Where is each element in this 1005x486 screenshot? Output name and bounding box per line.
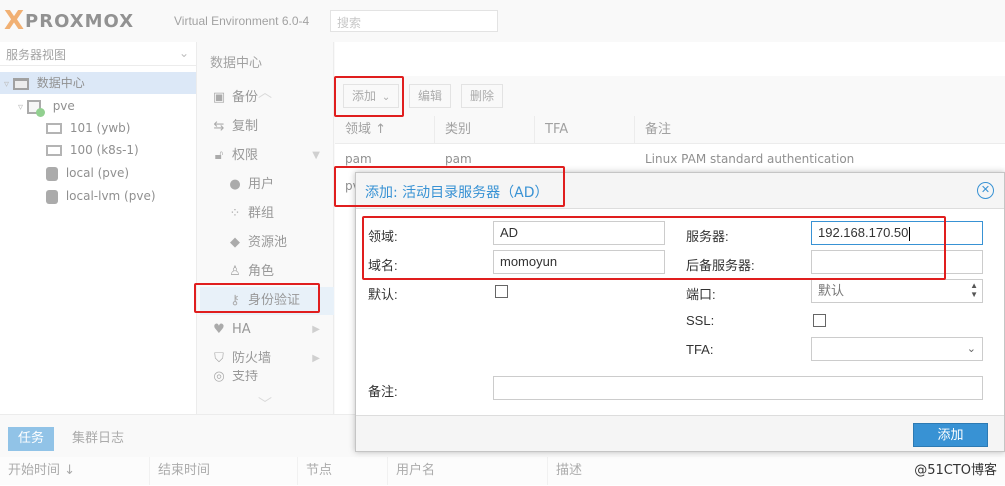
ssl-label: SSL: xyxy=(686,313,715,328)
realm-label: 领域: xyxy=(368,229,398,244)
add-ad-realm-dialog: 添加: 活动目录服务器（AD） ✕ 领域: AD 域名: momoyun 默认:… xyxy=(355,172,1005,452)
default-label: 默认: xyxy=(368,287,398,302)
text-cursor xyxy=(909,226,911,241)
dialog-title: 添加: 活动目录服务器（AD） xyxy=(365,185,549,201)
default-checkbox[interactable] xyxy=(495,285,508,298)
port-label: 端口: xyxy=(686,287,716,302)
realm-input[interactable]: AD xyxy=(493,221,665,245)
spinner-arrows-icon[interactable]: ▲ ▼ xyxy=(970,281,978,299)
fallback-server-input[interactable] xyxy=(811,250,983,274)
domain-label: 域名: xyxy=(368,258,398,273)
chevron-down-icon: ⌄ xyxy=(966,343,976,355)
port-spinner[interactable]: 默认 ▲ ▼ xyxy=(811,279,983,303)
domain-input[interactable]: momoyun xyxy=(493,250,665,274)
comment-label: 备注: xyxy=(368,384,398,399)
watermark: @51CTO博客 xyxy=(914,463,997,478)
server-input[interactable]: 192.168.170.50 xyxy=(811,221,983,245)
dialog-footer: 添加 xyxy=(356,415,1004,451)
fallback-server-label: 后备服务器: xyxy=(686,258,755,273)
ssl-checkbox[interactable] xyxy=(813,314,826,327)
comment-input[interactable] xyxy=(493,376,983,400)
close-icon[interactable]: ✕ xyxy=(977,182,994,199)
server-label: 服务器: xyxy=(686,229,729,244)
port-placeholder: 默认 xyxy=(818,283,845,298)
submit-add-button[interactable]: 添加 xyxy=(913,423,988,447)
dialog-header: 添加: 活动目录服务器（AD） ✕ xyxy=(356,173,1004,209)
server-input-value: 192.168.170.50 xyxy=(818,225,909,240)
tfa-select[interactable]: ⌄ xyxy=(811,337,983,361)
tfa-label: TFA: xyxy=(686,342,714,357)
